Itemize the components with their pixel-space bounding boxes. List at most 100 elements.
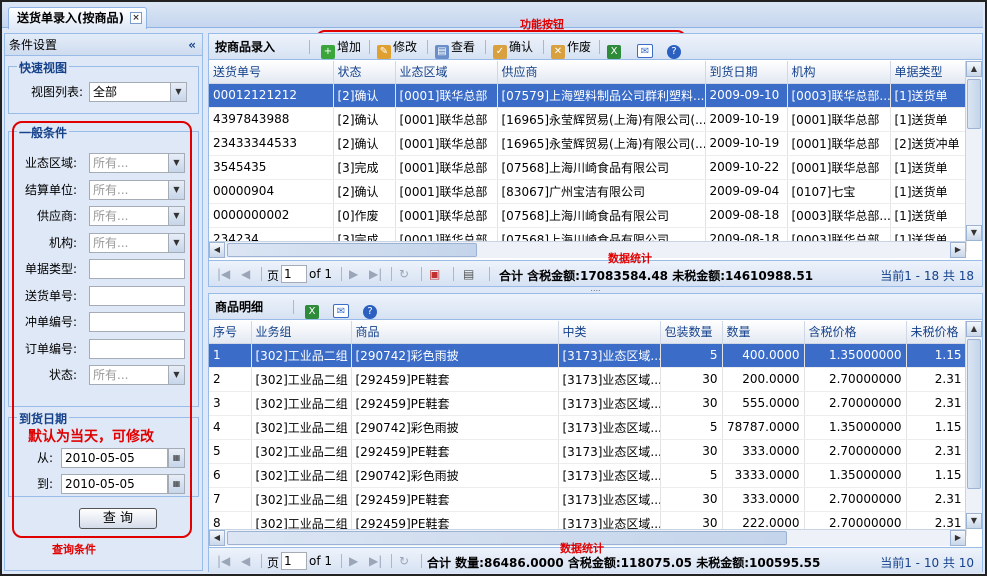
table-cell: [07579]上海塑料制品公司群利塑料...: [497, 83, 706, 108]
column-header[interactable]: 业务组: [251, 321, 352, 344]
help-button[interactable]: ?: [667, 38, 683, 59]
table-row[interactable]: 1 [302]工业品二组 [290742]彩色雨披 [3173]业态区域... 5 400…: [209, 343, 967, 368]
table-row[interactable]: 3 [302]工业品二组 [292459]PE鞋套 [3173]业态区域... 30 55…: [209, 391, 967, 416]
column-header[interactable]: 包装数量: [660, 321, 723, 344]
prev-page-icon[interactable]: ◀: [241, 267, 250, 281]
page-number-input[interactable]: 1: [281, 265, 307, 283]
close-icon[interactable]: ×: [129, 12, 142, 24]
scroll-down-icon[interactable]: ▼: [966, 225, 982, 241]
column-header[interactable]: 业态区域: [395, 61, 498, 84]
column-header[interactable]: 含税价格: [804, 321, 907, 344]
table-cell: [2]送货冲单: [890, 131, 967, 156]
column-header[interactable]: 到货日期: [705, 61, 788, 84]
view-list-select[interactable]: 全部 ▼: [89, 82, 187, 102]
refresh-icon[interactable]: ↻: [399, 554, 409, 568]
table-cell: 1.15: [906, 463, 967, 488]
table-cell: [16965]永莹辉贸易(上海)有限公司(...: [497, 107, 706, 132]
column-header[interactable]: 状态: [333, 61, 396, 84]
edit-button[interactable]: ✎ 修改: [377, 38, 417, 59]
pager-separator: [421, 554, 422, 568]
toolbar-separator: [485, 40, 486, 54]
page-number-input[interactable]: 1: [281, 552, 307, 570]
view-list-value: 全部: [93, 85, 118, 99]
scroll-down-icon[interactable]: ▼: [966, 513, 982, 529]
view-list-label: 视图列表:: [30, 85, 83, 99]
first-page-icon[interactable]: |◀: [217, 554, 230, 568]
table-cell: 1.35000000: [804, 463, 907, 488]
collapse-icon[interactable]: «: [188, 34, 196, 56]
delivery-pager: |◀ ◀ 页 1 of 1 ▶ ▶| ↻ ▣ ▤ 合计 含税金额:1708358…: [209, 260, 982, 286]
void-button[interactable]: ✕ 作废: [551, 38, 591, 59]
table-row[interactable]: 3545435 [3]完成 [0001]联华总部 [07568]上海川崎食品有限公司 2…: [209, 155, 967, 180]
next-page-icon[interactable]: ▶: [349, 267, 358, 281]
table-cell: 2009-08-18: [705, 203, 788, 228]
table-row[interactable]: 23433344533 [2]确认 [0001]联华总部 [16965]永莹辉贸易(上…: [209, 131, 967, 156]
last-page-icon[interactable]: ▶|: [369, 267, 382, 281]
scroll-thumb[interactable]: [967, 79, 981, 129]
chevron-down-icon[interactable]: ▼: [170, 83, 186, 101]
table-cell: 1.15: [906, 343, 967, 368]
item-toolbar: 商品明细 X ✉ ?: [209, 294, 982, 320]
email-button[interactable]: ✉: [637, 38, 655, 58]
excel-export-button[interactable]: X: [607, 38, 623, 59]
scroll-right-icon[interactable]: ▶: [950, 242, 966, 258]
table-row[interactable]: 2 [302]工业品二组 [292459]PE鞋套 [3173]业态区域... 30 20…: [209, 367, 967, 392]
first-page-icon[interactable]: |◀: [217, 267, 230, 281]
scroll-thumb[interactable]: [227, 531, 787, 545]
add-icon: +: [321, 45, 335, 59]
scroll-right-icon[interactable]: ▶: [950, 530, 966, 546]
table-cell: [3173]业态区域...: [558, 367, 661, 392]
table-row[interactable]: 0000000002 [0]作废 [0001]联华总部 [07568]上海川崎食品有限…: [209, 203, 967, 228]
column-header[interactable]: 单据类型: [890, 61, 967, 84]
column-header[interactable]: 数量: [722, 321, 805, 344]
summary-text: 合计 数量:86486.0000 含税金额:118075.05 未税金额:100…: [427, 556, 821, 570]
table-cell: [07568]上海川崎食品有限公司: [497, 155, 706, 180]
delivery-horizontal-scrollbar[interactable]: ◀ ▶: [209, 241, 966, 258]
column-header[interactable]: 商品: [351, 321, 559, 344]
item-vertical-scrollbar[interactable]: ▲ ▼: [965, 321, 982, 529]
table-cell: 2: [209, 367, 252, 392]
prev-page-icon[interactable]: ◀: [241, 554, 250, 568]
column-header[interactable]: 机构: [787, 61, 891, 84]
table-row[interactable]: 00012121212 [2]确认 [0001]联华总部 [07579]上海塑料制品公…: [209, 83, 967, 108]
report-icon[interactable]: ▤: [463, 267, 474, 281]
scroll-left-icon[interactable]: ◀: [209, 530, 225, 546]
pager-separator: [489, 267, 490, 281]
table-row[interactable]: 5 [302]工业品二组 [292459]PE鞋套 [3173]业态区域... 30 33…: [209, 439, 967, 464]
table-cell: [0001]联华总部: [395, 155, 498, 180]
scroll-thumb[interactable]: [227, 243, 477, 257]
table-row[interactable]: 6 [302]工业品二组 [290742]彩色雨披 [3173]业态区域... 5 333…: [209, 463, 967, 488]
table-cell: [3173]业态区域...: [558, 487, 661, 512]
delivery-vertical-scrollbar[interactable]: ▲ ▼: [965, 61, 982, 241]
tab-delivery-entry[interactable]: 送货单录入(按商品) ×: [8, 7, 147, 29]
scroll-left-icon[interactable]: ◀: [209, 242, 225, 258]
refresh-icon[interactable]: ↻: [399, 267, 409, 281]
excel-export-button[interactable]: X: [305, 298, 321, 319]
table-cell: [2]确认: [333, 179, 396, 204]
table-row[interactable]: 4397843988 [2]确认 [0001]联华总部 [16965]永莹辉贸易(上海…: [209, 107, 967, 132]
scroll-thumb[interactable]: [967, 339, 981, 489]
confirm-button[interactable]: ✓ 确认: [493, 38, 533, 59]
next-page-icon[interactable]: ▶: [349, 554, 358, 568]
column-header[interactable]: 序号: [209, 321, 252, 344]
view-button[interactable]: ▤ 查看: [435, 38, 475, 59]
table-cell: [3173]业态区域...: [558, 439, 661, 464]
add-button[interactable]: + 增加: [321, 38, 361, 59]
print-icon[interactable]: ▣: [429, 267, 440, 281]
last-page-icon[interactable]: ▶|: [369, 554, 382, 568]
scroll-up-icon[interactable]: ▲: [966, 61, 982, 77]
scroll-up-icon[interactable]: ▲: [966, 321, 982, 337]
confirm-icon: ✓: [493, 45, 507, 59]
column-header[interactable]: 未税价格: [906, 321, 967, 344]
table-row[interactable]: 4 [302]工业品二组 [290742]彩色雨披 [3173]业态区域... 5 787…: [209, 415, 967, 440]
help-button[interactable]: ?: [363, 298, 379, 319]
tab-label: 送货单录入(按商品): [17, 11, 124, 25]
column-header[interactable]: 送货单号: [209, 61, 334, 84]
table-cell: 78787.0000: [722, 415, 805, 440]
table-row[interactable]: 7 [302]工业品二组 [292459]PE鞋套 [3173]业态区域... 30 33…: [209, 487, 967, 512]
table-row[interactable]: 00000904 [2]确认 [0001]联华总部 [83067]广州宝洁有限公司 20…: [209, 179, 967, 204]
email-button[interactable]: ✉: [333, 298, 351, 318]
column-header[interactable]: 中类: [558, 321, 661, 344]
table-cell: 2.70000000: [804, 487, 907, 512]
column-header[interactable]: 供应商: [497, 61, 706, 84]
